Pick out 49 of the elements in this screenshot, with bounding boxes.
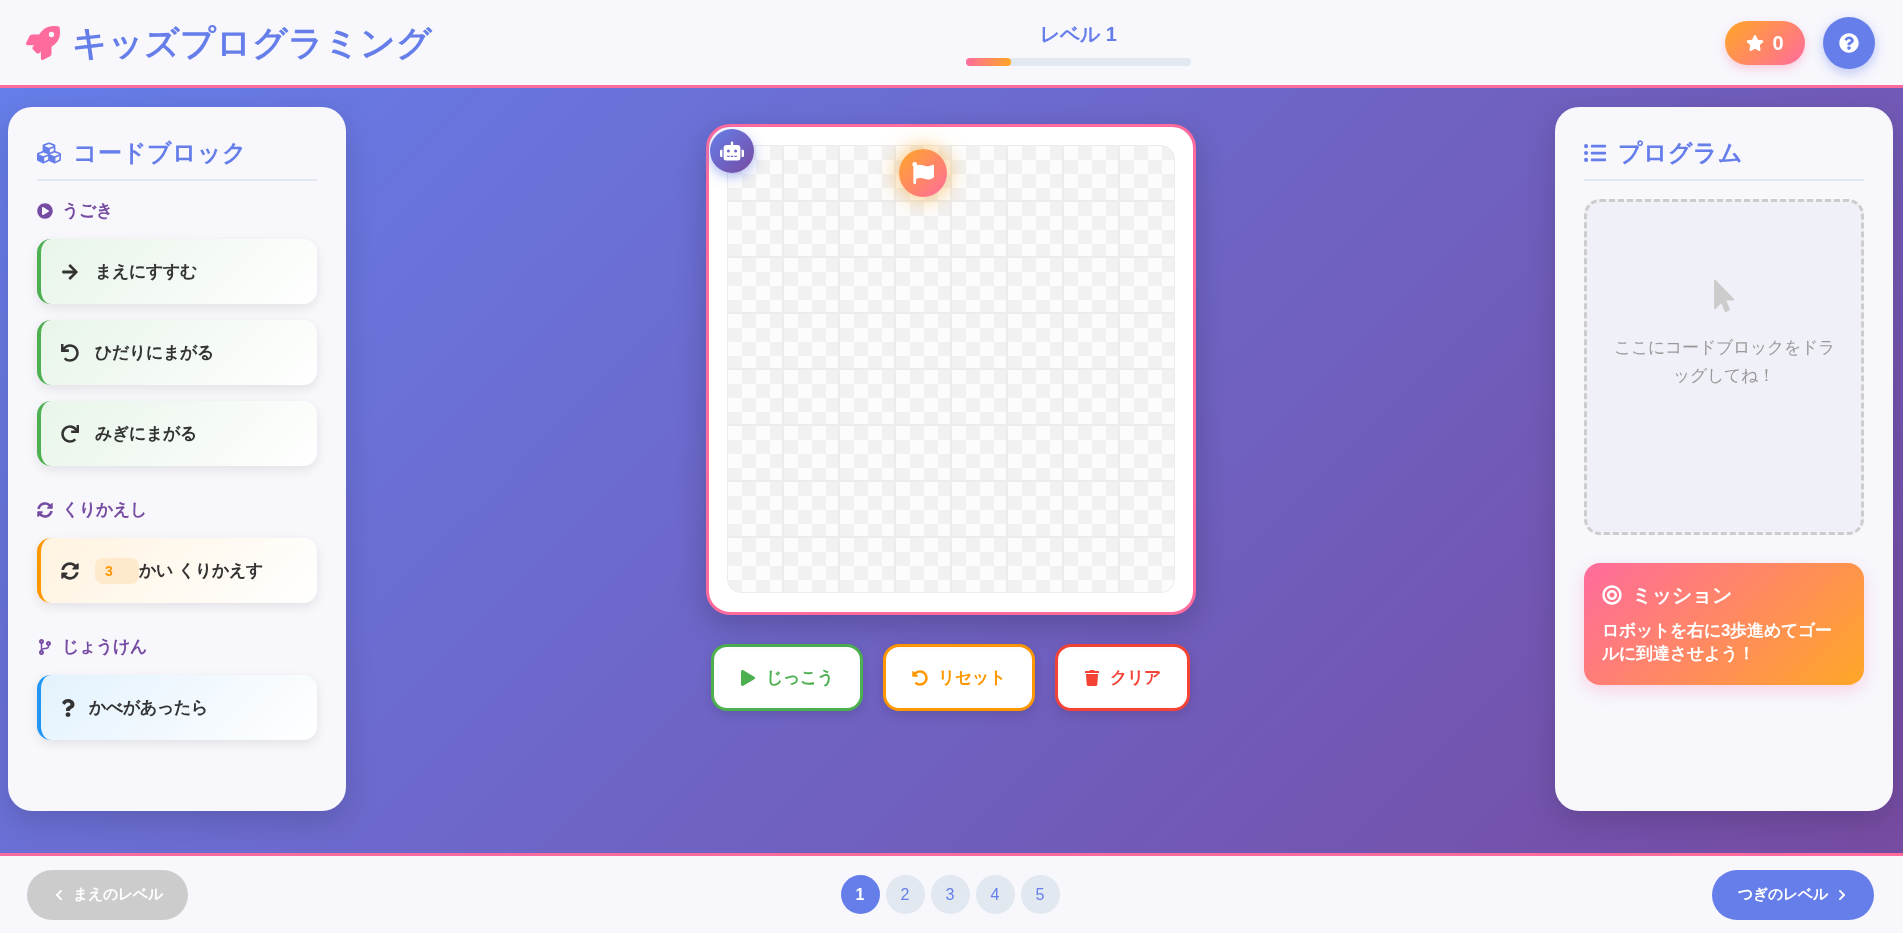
- rotate-left-icon: [61, 343, 79, 362]
- app-title: キッズプログラミング: [72, 22, 432, 63]
- cursor-icon: [1712, 280, 1736, 312]
- repeat-count-field[interactable]: 3: [95, 557, 139, 584]
- star-count: 0: [1772, 32, 1784, 53]
- grid-cell: [838, 201, 895, 257]
- rocket-icon: [26, 25, 60, 60]
- target-icon: [1602, 585, 1622, 605]
- rotate-right-icon: [61, 424, 79, 443]
- level-page-button[interactable]: 1: [840, 875, 880, 914]
- category-heading: くりかえし: [62, 499, 147, 521]
- action-button[interactable]: クリア: [1055, 644, 1190, 711]
- action-button[interactable]: じっこう: [711, 644, 863, 711]
- code-block[interactable]: かべがあったら: [37, 675, 317, 740]
- next-level-button[interactable]: つぎのレベル: [1712, 869, 1874, 920]
- panel-title: コードブロック: [73, 138, 247, 168]
- drop-hint: ここにコードブロックをドラッグしてね！: [1612, 337, 1836, 387]
- level-page-button[interactable]: 4: [975, 875, 1015, 914]
- code-block[interactable]: 3 かい くりかえす: [37, 538, 317, 603]
- chevron-right-icon: [1836, 888, 1848, 901]
- code-block[interactable]: ひだりにまがる: [37, 320, 317, 385]
- level-page-button[interactable]: 3: [930, 875, 970, 914]
- mission-title: ミッション: [1632, 583, 1732, 608]
- code-block[interactable]: まえにすすむ: [37, 239, 317, 304]
- cubes-icon: [37, 141, 61, 165]
- category-heading: うごき: [62, 200, 113, 222]
- list-icon: [1584, 142, 1606, 164]
- branch-icon: [37, 639, 53, 655]
- mission-text: ロボットを右に3歩進めてゴールに到達させよう！: [1602, 620, 1834, 665]
- question-icon: [61, 698, 75, 717]
- category-heading: じょうけん: [62, 636, 147, 658]
- rotate-left-icon: [912, 669, 928, 686]
- robot-icon: [709, 129, 754, 173]
- trash-icon: [1084, 669, 1100, 686]
- level-page-button[interactable]: 5: [1020, 875, 1060, 914]
- rotate-arrows-icon: [61, 561, 79, 580]
- help-button[interactable]: [1823, 16, 1875, 69]
- drop-zone[interactable]: ここにコードブロックをドラッグしてね！: [1584, 199, 1864, 535]
- level-page-button[interactable]: 2: [885, 875, 925, 914]
- play-icon: [740, 669, 756, 686]
- panel-title: プログラム: [1618, 138, 1743, 168]
- rotate-arrows-icon: [37, 502, 53, 518]
- help-icon: [1839, 32, 1859, 53]
- level-label: レベル 1: [1040, 21, 1117, 46]
- code-block[interactable]: みぎにまがる: [37, 401, 317, 466]
- grid-cell: [950, 201, 1007, 257]
- star-icon: [1746, 33, 1765, 52]
- arrow-right-icon: [61, 262, 79, 281]
- action-button[interactable]: リセット: [883, 644, 1035, 711]
